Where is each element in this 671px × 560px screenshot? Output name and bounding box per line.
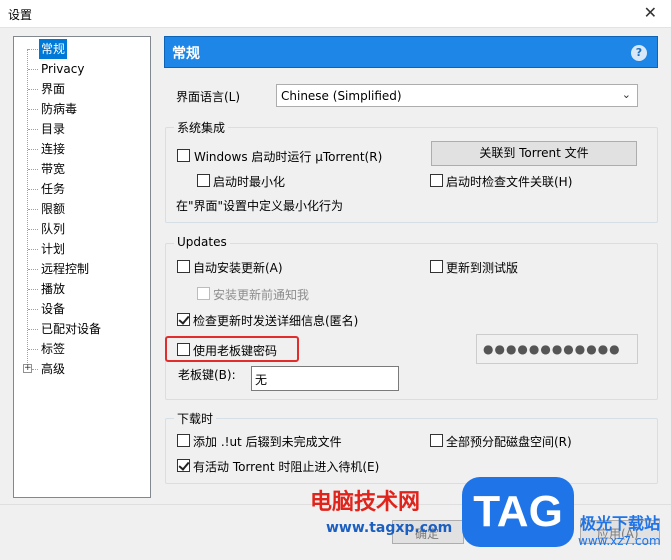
boss-key-password-label: 使用老板键密码 bbox=[193, 344, 278, 358]
watermark-text: 电脑技术网 bbox=[310, 489, 421, 514]
minimize-hint: 在"界面"设置中定义最小化行为 bbox=[176, 199, 344, 213]
run-on-startup-label: Windows 启动时运行 µTorrent(R) bbox=[194, 150, 383, 164]
start-minimized-label: 启动时最小化 bbox=[213, 175, 286, 189]
boss-key-password-checkbox[interactable] bbox=[177, 343, 190, 356]
check-association-label: 启动时检查文件关联(H) bbox=[446, 175, 573, 189]
notify-checkbox[interactable] bbox=[197, 287, 210, 300]
page-title: 常规 bbox=[172, 46, 200, 62]
language-select[interactable]: Chinese (Simplified) ⌄ bbox=[276, 84, 638, 107]
group-title: 系统集成 bbox=[174, 119, 229, 136]
beta-checkbox[interactable] bbox=[430, 260, 443, 273]
notify-label: 安装更新前通知我 bbox=[213, 288, 310, 302]
watermark-site-url: www.xz7.com bbox=[578, 534, 661, 548]
auto-install-label: 自动安装更新(A) bbox=[193, 261, 283, 275]
start-minimized-checkbox[interactable] bbox=[197, 174, 210, 187]
tree-line bbox=[27, 49, 28, 371]
watermark-url: www.tagxp.com bbox=[326, 520, 453, 536]
auto-install-checkbox[interactable] bbox=[177, 260, 190, 273]
watermark-site: 极光下载站 bbox=[580, 514, 661, 533]
tag-logo: TAG bbox=[462, 477, 574, 547]
run-on-startup-checkbox[interactable] bbox=[177, 149, 190, 162]
title-bar: 设置 ✕ bbox=[0, 0, 671, 28]
help-icon[interactable]: ? bbox=[631, 45, 647, 61]
send-info-checkbox[interactable] bbox=[177, 313, 190, 326]
language-label: 界面语言(L) bbox=[176, 90, 241, 104]
append-ut-checkbox[interactable] bbox=[177, 434, 190, 447]
language-value: Chinese (Simplified) bbox=[281, 89, 402, 103]
close-icon[interactable]: ✕ bbox=[644, 3, 657, 22]
boss-key-value: 无 bbox=[255, 373, 268, 387]
prevent-standby-checkbox[interactable] bbox=[177, 459, 190, 472]
associate-torrent-button[interactable]: 关联到 Torrent 文件 bbox=[431, 141, 637, 166]
expand-icon[interactable]: + bbox=[23, 364, 32, 373]
check-association-checkbox[interactable] bbox=[430, 174, 443, 187]
window-title: 设置 bbox=[8, 8, 33, 22]
settings-tree: 常规 Privacy 界面 防病毒 目录 连接 带宽 任务 限额 队列 计划 远… bbox=[13, 36, 151, 498]
boss-key-password-field[interactable]: ●●●●●●●●●●●● bbox=[476, 334, 638, 364]
password-mask: ●●●●●●●●●●●● bbox=[483, 342, 621, 356]
send-info-label: 检查更新时发送详细信息(匿名) bbox=[193, 314, 359, 328]
page-header: 常规 ? bbox=[164, 36, 658, 68]
prevent-standby-label: 有活动 Torrent 时阻止进入待机(E) bbox=[193, 460, 380, 474]
boss-key-input[interactable]: 无 bbox=[251, 366, 399, 391]
prealloc-label: 全部预分配磁盘空间(R) bbox=[446, 435, 572, 449]
chevron-down-icon: ⌄ bbox=[621, 88, 631, 101]
boss-key-label: 老板键(B): bbox=[178, 368, 236, 382]
prealloc-checkbox[interactable] bbox=[430, 434, 443, 447]
append-ut-label: 添加 .!ut 后辍到未完成文件 bbox=[193, 435, 342, 449]
beta-label: 更新到测试版 bbox=[446, 261, 519, 275]
group-title: 下载时 bbox=[174, 410, 217, 427]
group-title: Updates bbox=[174, 235, 230, 249]
